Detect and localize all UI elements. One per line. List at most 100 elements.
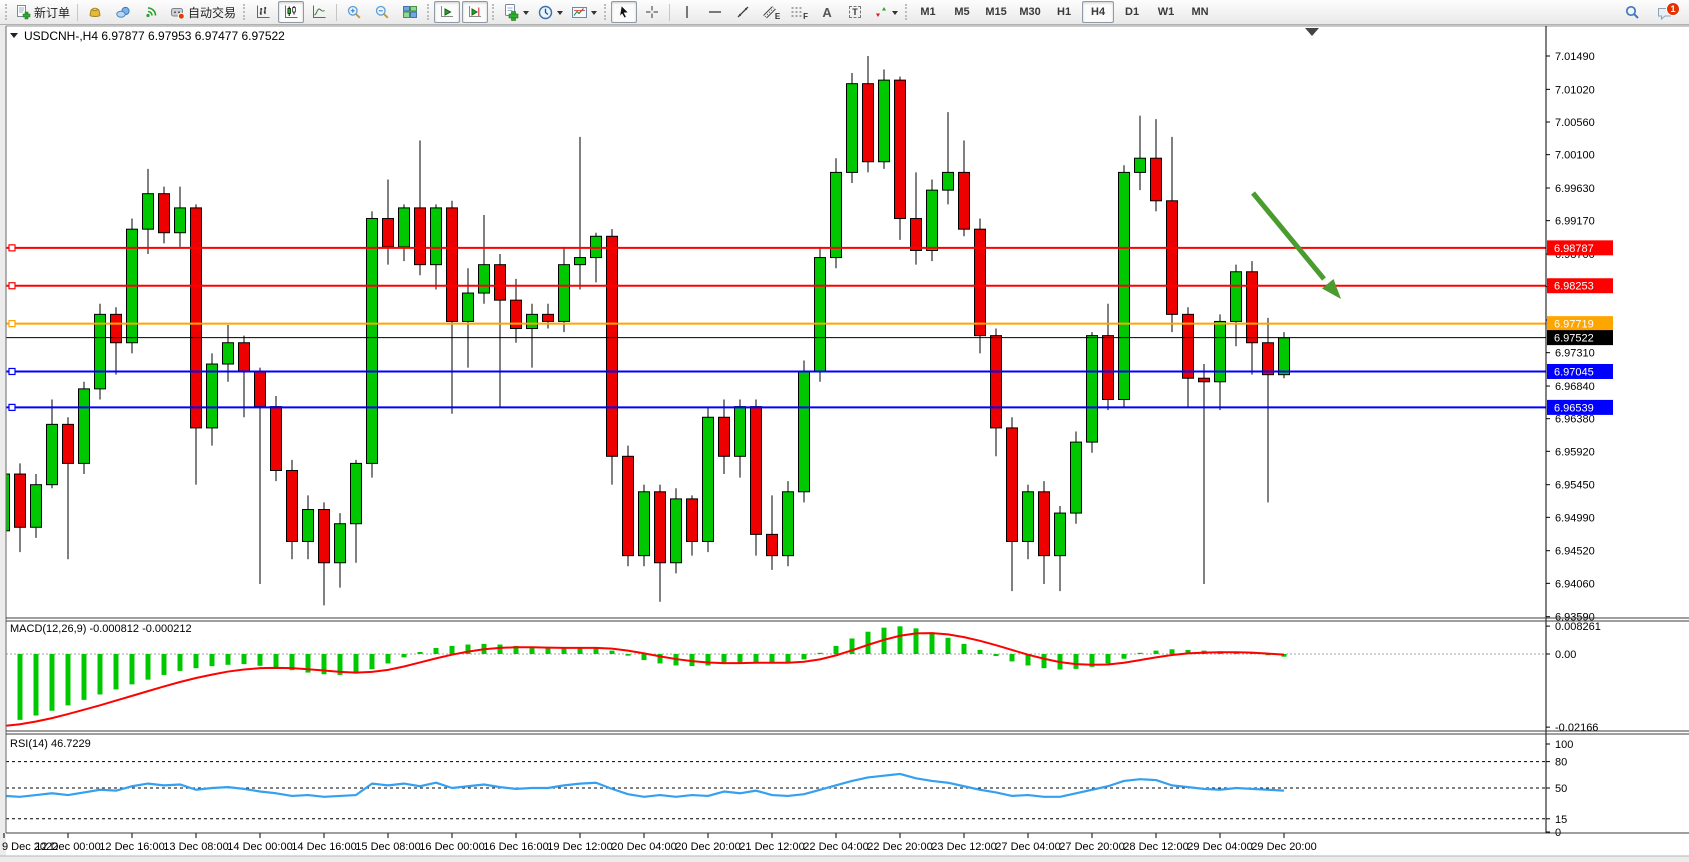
dropdown-caret-icon <box>523 11 529 18</box>
trendline-button[interactable] <box>730 1 756 23</box>
trendline-icon <box>735 4 751 20</box>
candle-bear <box>271 407 282 471</box>
horizontal-line-button[interactable] <box>702 1 728 23</box>
candlestick-chart-icon <box>283 4 299 20</box>
price-axis-label: 7.00100 <box>1555 150 1595 162</box>
candle-bull <box>1071 442 1082 513</box>
candle-bull <box>367 219 378 464</box>
signals-button[interactable] <box>138 1 164 23</box>
candle-bear <box>655 492 666 563</box>
candle-bull <box>559 265 570 322</box>
price-axis-label: 6.99170 <box>1555 216 1595 228</box>
timeframe-h1-button[interactable]: H1 <box>1048 1 1080 23</box>
candle-bull <box>351 463 362 523</box>
time-axis-label: 19 Dec 12:00 <box>547 841 612 853</box>
community-button[interactable] <box>110 1 136 23</box>
toolbar-right: 1 <box>1618 1 1679 23</box>
time-axis-label: 14 Dec 16:00 <box>291 841 356 853</box>
timeframe-m1-button[interactable]: M1 <box>912 1 944 23</box>
price-axis-label: 6.96840 <box>1555 381 1595 393</box>
candle-bull <box>1215 321 1226 381</box>
channel-button[interactable]: E <box>758 1 784 23</box>
price-axis-label: 7.01490 <box>1555 51 1595 63</box>
search-icon <box>1624 4 1641 21</box>
zoom-out-button[interactable] <box>369 1 395 23</box>
candle-bull <box>47 424 58 484</box>
timeframe-m5-button[interactable]: M5 <box>946 1 978 23</box>
autotrading-button[interactable]: 自动交易 <box>166 1 239 23</box>
chart-shift-button[interactable] <box>462 1 488 23</box>
macd-axis-label: 0.008261 <box>1555 621 1601 633</box>
candle-bear <box>1151 158 1162 201</box>
candle-bear <box>751 407 762 535</box>
timeframe-d1-button[interactable]: D1 <box>1116 1 1148 23</box>
templates-button[interactable] <box>568 1 600 23</box>
new-chart-button[interactable] <box>499 1 532 23</box>
separator <box>669 4 670 21</box>
candle-bull <box>1087 336 1098 442</box>
horizontal-line-icon <box>707 5 723 19</box>
time-axis-label: 29 Dec 20:00 <box>1251 841 1316 853</box>
market-button[interactable] <box>82 1 108 23</box>
auto-scroll-icon <box>439 4 455 20</box>
candle-bull <box>1135 158 1146 172</box>
timeframe-mn-button[interactable]: MN <box>1184 1 1216 23</box>
timeframe-h4-button[interactable]: H4 <box>1082 1 1114 23</box>
candle-bull <box>143 194 154 229</box>
candle-bull <box>79 389 90 464</box>
toolbar: 新订单 自动交易 <box>0 0 1689 25</box>
search-button[interactable] <box>1619 1 1645 23</box>
cursor-arrow-icon <box>616 4 632 20</box>
bar-chart-button[interactable] <box>250 1 276 23</box>
candle-bear <box>15 474 26 527</box>
crosshair-button[interactable] <box>639 1 665 23</box>
new-order-button[interactable]: 新订单 <box>12 1 73 23</box>
rsi-axis-label: 15 <box>1555 814 1567 826</box>
rsi-axis-label: 100 <box>1555 739 1573 751</box>
text-label-button[interactable]: T <box>842 1 868 23</box>
candle-bear <box>447 208 458 322</box>
candle-bull <box>335 524 346 563</box>
text-tool-button[interactable]: A <box>814 1 840 23</box>
vertical-line-button[interactable] <box>674 1 700 23</box>
timeframe-m30-button[interactable]: M30 <box>1014 1 1046 23</box>
periodicity-button[interactable] <box>534 1 566 23</box>
candle-bear <box>191 208 202 428</box>
dropdown-caret-icon <box>892 11 898 18</box>
candle-bull <box>575 258 586 265</box>
time-axis-label: 29 Dec 04:00 <box>1187 841 1252 853</box>
dropdown-caret-icon <box>557 11 563 18</box>
fibonacci-button[interactable]: F <box>786 1 812 23</box>
zoom-in-button[interactable] <box>341 1 367 23</box>
tile-windows-button[interactable] <box>397 1 423 23</box>
chat-button[interactable]: 1 <box>1652 1 1678 23</box>
zoom-out-icon <box>374 4 390 20</box>
one-click-expander-icon[interactable] <box>10 33 18 42</box>
arrow-shapes-icon <box>873 4 889 20</box>
candlestick-chart-button[interactable] <box>278 1 304 23</box>
candle-bear <box>1263 343 1274 375</box>
candle-bear <box>111 314 122 342</box>
candle-bull <box>799 371 810 492</box>
price-axis-label: 6.96380 <box>1555 414 1595 426</box>
candle-bull <box>1231 272 1242 322</box>
candle-bull <box>815 258 826 372</box>
timeframe-w1-button[interactable]: W1 <box>1150 1 1182 23</box>
candle-bear <box>767 534 778 555</box>
candle-bull <box>831 172 842 257</box>
rsi-pane-label: RSI(14) 46.7229 <box>10 738 91 750</box>
line-chart-button[interactable] <box>306 1 332 23</box>
auto-scroll-button[interactable] <box>434 1 460 23</box>
rsi-axis-label: 50 <box>1555 783 1567 795</box>
new-order-label: 新订单 <box>34 4 70 21</box>
cursor-button[interactable] <box>611 1 637 23</box>
price-badge-label: 6.96539 <box>1554 402 1594 414</box>
candle-bull <box>527 314 538 328</box>
timeframe-buttons: M1M5M15M30H1H4D1W1MN <box>911 1 1217 23</box>
price-axis-label: 6.94060 <box>1555 578 1595 590</box>
arrows-button[interactable] <box>870 1 901 23</box>
candle-bear <box>719 417 730 456</box>
line-handle <box>9 368 15 374</box>
timeframe-m15-button[interactable]: M15 <box>980 1 1012 23</box>
tile-windows-icon <box>402 4 418 20</box>
